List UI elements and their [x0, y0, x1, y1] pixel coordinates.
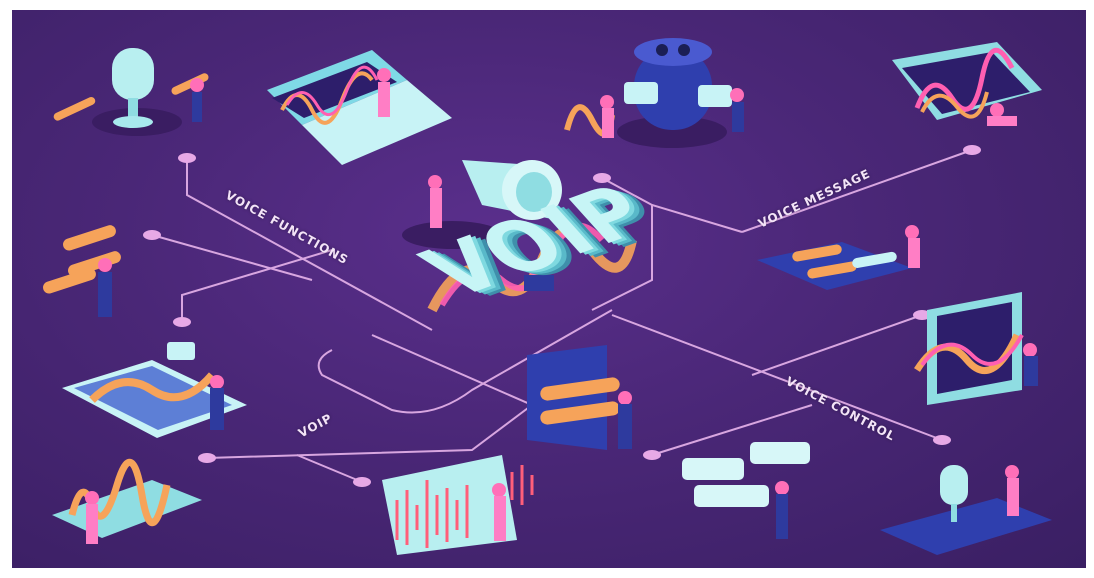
chat-bubble-icon [43, 225, 121, 317]
phone-icon [527, 345, 632, 450]
audio-wave-icon [52, 459, 202, 544]
tablet-icon [62, 342, 247, 438]
audio-wave-icon [382, 455, 534, 555]
microphone-icon [53, 48, 209, 136]
smart-speaker-icon [564, 38, 744, 148]
tablet-icon [914, 292, 1038, 405]
voip-illustration: VOICE FUNCTIONS VOICE MESSAGE VOIP VOICE… [12, 10, 1086, 568]
network-diagram [43, 38, 1052, 555]
laptop-icon [267, 50, 452, 165]
chat-bubble-icon [682, 442, 810, 539]
phone-icon [892, 42, 1042, 126]
microphone-icon [880, 465, 1052, 555]
phone-icon [757, 225, 920, 290]
